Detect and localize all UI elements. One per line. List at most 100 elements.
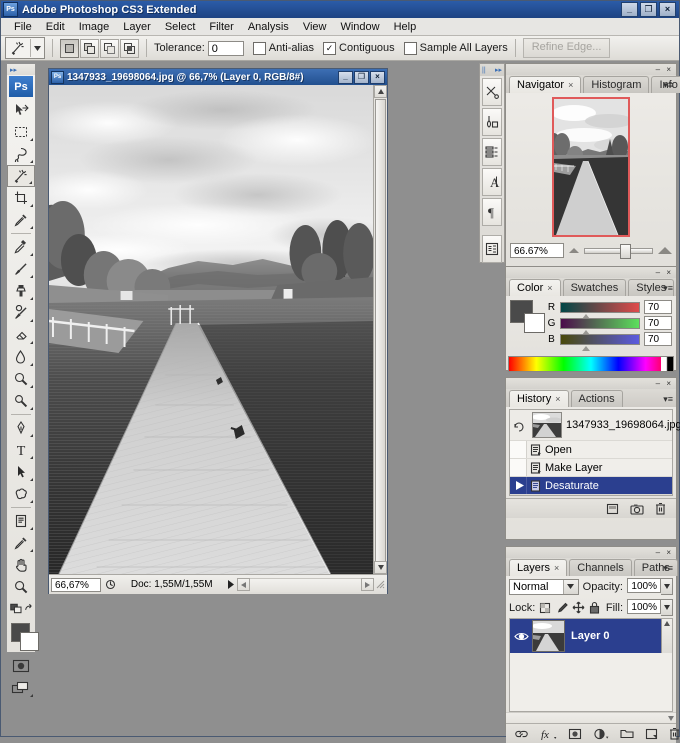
new-group-icon[interactable] bbox=[620, 728, 634, 739]
history-snapshot-toggle[interactable] bbox=[510, 459, 527, 476]
lock-position-icon[interactable] bbox=[572, 601, 585, 614]
magic-wand-tool[interactable] bbox=[7, 165, 35, 187]
scroll-down-button[interactable] bbox=[374, 561, 387, 574]
history-collapse-close[interactable]: – × bbox=[656, 379, 673, 388]
anti-alias-checkbox[interactable]: Anti-alias bbox=[252, 41, 314, 55]
brush-tool[interactable] bbox=[7, 258, 35, 280]
layers-panel-menu-icon[interactable]: ▾≡ bbox=[663, 563, 673, 574]
tool-presets-icon[interactable] bbox=[482, 78, 502, 106]
character-icon[interactable]: A bbox=[482, 168, 502, 196]
new-adjustment-layer-icon[interactable] bbox=[593, 728, 609, 740]
vertical-scroll-thumb[interactable] bbox=[375, 99, 386, 569]
gradient-tool[interactable] bbox=[7, 346, 35, 368]
menu-layer[interactable]: Layer bbox=[116, 20, 158, 34]
minimize-button[interactable]: _ bbox=[621, 2, 638, 17]
document-title-bar[interactable]: Ps 1347933_19698064.jpg @ 66,7% (Layer 0… bbox=[49, 69, 387, 85]
layer-row-layer-0[interactable]: Layer 0 bbox=[510, 619, 672, 653]
zoom-out-icon[interactable] bbox=[569, 248, 579, 253]
color-panel-swatches[interactable] bbox=[510, 300, 545, 333]
move-tool[interactable] bbox=[7, 99, 35, 121]
history-brush-tool[interactable] bbox=[7, 302, 35, 324]
menu-filter[interactable]: Filter bbox=[202, 20, 240, 34]
layers-collapse-close[interactable]: – × bbox=[656, 548, 673, 557]
document-minimize-button[interactable]: _ bbox=[338, 70, 353, 84]
active-tool-well[interactable] bbox=[5, 37, 45, 59]
snapshot-source-icon[interactable] bbox=[510, 419, 528, 432]
document-close-button[interactable]: × bbox=[370, 70, 385, 84]
add-layer-mask-icon[interactable] bbox=[568, 728, 582, 740]
red-value-input[interactable]: 70 bbox=[644, 300, 672, 314]
image-canvas[interactable] bbox=[49, 85, 374, 574]
clone-source-icon[interactable] bbox=[482, 138, 502, 166]
scroll-up-button[interactable] bbox=[374, 85, 387, 98]
zoom-level-input[interactable]: 66,67% bbox=[51, 577, 101, 592]
color-collapse-close[interactable]: – × bbox=[656, 268, 673, 277]
eyedropper-tool[interactable] bbox=[7, 209, 35, 231]
navigator-zoom-slider-thumb[interactable] bbox=[619, 243, 631, 259]
pen-tool[interactable] bbox=[7, 417, 35, 439]
horizontal-scroll-track[interactable] bbox=[249, 577, 361, 592]
blend-mode-select[interactable]: Normal bbox=[509, 578, 579, 595]
eyedropper-color-sampler-tool[interactable] bbox=[7, 532, 35, 554]
eraser-tool[interactable] bbox=[7, 324, 35, 346]
delete-state-icon[interactable] bbox=[655, 502, 666, 515]
new-selection-button[interactable] bbox=[60, 38, 79, 58]
lock-image-pixels-icon[interactable] bbox=[555, 602, 569, 614]
tab-layers-close-icon[interactable]: × bbox=[554, 563, 559, 573]
tab-navigator-close-icon[interactable]: × bbox=[568, 80, 573, 90]
zoom-tool[interactable] bbox=[7, 576, 35, 598]
new-snapshot-icon[interactable] bbox=[630, 503, 644, 515]
layer-list[interactable]: Layer 0 bbox=[509, 618, 673, 712]
navigator-preview-area[interactable] bbox=[506, 93, 676, 240]
status-menu-arrow-icon[interactable] bbox=[227, 580, 234, 589]
tab-actions[interactable]: Actions bbox=[570, 390, 623, 407]
tab-history-close-icon[interactable]: × bbox=[555, 394, 560, 404]
green-value-input[interactable]: 70 bbox=[644, 316, 672, 330]
navigator-thumbnail[interactable] bbox=[552, 97, 630, 237]
navigator-zoom-input[interactable]: 66.67% bbox=[510, 243, 564, 258]
delete-layer-icon[interactable] bbox=[669, 727, 680, 740]
layer-style-fx-icon[interactable]: fx bbox=[540, 728, 557, 740]
new-layer-icon[interactable] bbox=[645, 728, 658, 740]
history-snapshot-row[interactable]: 1347933_19698064.jpg bbox=[510, 410, 680, 441]
color-spectrum-ramp[interactable] bbox=[508, 356, 674, 372]
clone-stamp-tool[interactable] bbox=[7, 280, 35, 302]
type-tool[interactable]: T bbox=[7, 439, 35, 461]
history-state-row-make-layer[interactable]: Make Layer bbox=[510, 459, 672, 477]
color-background-swatch[interactable] bbox=[524, 313, 545, 333]
color-panel-menu-icon[interactable]: ▾≡ bbox=[663, 283, 673, 294]
tab-navigator[interactable]: Navigator × bbox=[509, 76, 582, 93]
close-button[interactable]: × bbox=[659, 2, 676, 17]
menu-file[interactable]: File bbox=[7, 20, 39, 34]
zoom-in-icon[interactable] bbox=[658, 247, 672, 254]
canvas-vertical-scrollbar[interactable] bbox=[373, 85, 387, 574]
path-selection-tool[interactable] bbox=[7, 461, 35, 483]
red-slider[interactable] bbox=[560, 301, 640, 319]
tab-history[interactable]: History × bbox=[509, 390, 569, 407]
menu-help[interactable]: Help bbox=[387, 20, 424, 34]
menu-window[interactable]: Window bbox=[333, 20, 386, 34]
paragraph-icon[interactable]: ¶ bbox=[482, 198, 502, 226]
intersect-with-selection-button[interactable] bbox=[120, 38, 139, 58]
tab-swatches[interactable]: Swatches bbox=[562, 279, 627, 296]
blue-value-input[interactable]: 70 bbox=[644, 332, 672, 346]
menu-select[interactable]: Select bbox=[158, 20, 203, 34]
navigator-zoom-slider[interactable] bbox=[584, 243, 653, 259]
screen-mode-button[interactable] bbox=[7, 677, 35, 699]
tool-preset-dropdown[interactable] bbox=[30, 39, 44, 57]
tab-channels[interactable]: Channels bbox=[569, 559, 632, 576]
status-arrow-icon[interactable] bbox=[105, 579, 116, 590]
dock-expand-handle[interactable]: || ▸▸ bbox=[480, 64, 504, 76]
restore-button[interactable]: ❐ bbox=[640, 2, 657, 17]
toolbox-collapse-handle[interactable]: ▸▸ bbox=[7, 64, 35, 75]
hscroll-right-button[interactable] bbox=[361, 578, 374, 591]
quick-mask-mode-buttons[interactable] bbox=[7, 598, 35, 618]
lasso-tool[interactable] bbox=[7, 143, 35, 165]
layers-scroll-up-button[interactable] bbox=[661, 619, 672, 653]
lock-all-icon[interactable] bbox=[589, 601, 600, 614]
custom-shape-tool[interactable] bbox=[7, 483, 35, 505]
history-state-row-desaturate[interactable]: Desaturate bbox=[510, 477, 672, 495]
link-layers-icon[interactable] bbox=[514, 729, 529, 739]
sample-all-layers-checkbox[interactable]: Sample All Layers bbox=[403, 41, 508, 55]
history-panel-titlebar[interactable]: – × bbox=[506, 378, 676, 389]
